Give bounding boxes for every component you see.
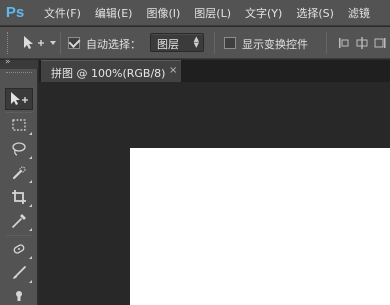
- menu-image[interactable]: 图像(I): [146, 5, 180, 21]
- brush-tool[interactable]: [5, 262, 33, 284]
- clone-stamp-tool-icon: [16, 291, 22, 301]
- auto-select-target-dropdown[interactable]: 图层 ▲ ▼: [150, 33, 204, 52]
- options-divider: [60, 32, 61, 54]
- align-top-icon[interactable]: [338, 37, 350, 49]
- menu-filter[interactable]: 滤镜: [348, 5, 370, 21]
- menu-layer[interactable]: 图层(L): [194, 5, 231, 21]
- document-tab-label: 拼图 @ 100%(RGB/8): [51, 67, 166, 80]
- marquee-tool[interactable]: [5, 114, 33, 136]
- eyedropper-tool-icon: [12, 214, 26, 228]
- menu-file[interactable]: 文件(F): [44, 5, 81, 21]
- auto-select-label: 自动选择：: [86, 38, 141, 51]
- crop-tool[interactable]: [5, 186, 33, 208]
- collapse-chevron-icon[interactable]: »: [5, 57, 11, 67]
- quick-selection-tool-icon: [12, 166, 26, 180]
- options-divider: [326, 32, 327, 54]
- toolbox-divider: [6, 235, 32, 236]
- move-tool-preset-icon: [24, 36, 56, 49]
- marquee-tool-icon: [12, 119, 26, 131]
- menu-bar: Ps 文件(F) 编辑(E) 图像(I) 图层(L) 文字(Y) 选择(S) 滤…: [0, 0, 390, 26]
- spot-healing-tool[interactable]: [5, 238, 33, 260]
- toolbox: »: [0, 57, 38, 305]
- menu-select[interactable]: 选择(S): [296, 5, 334, 21]
- dropdown-arrows-icon: ▲ ▼: [193, 35, 199, 49]
- align-bottom-icon[interactable]: [374, 37, 386, 49]
- document-canvas[interactable]: [130, 148, 390, 305]
- tool-group-indicator: [29, 256, 32, 259]
- document-tab-bar: 拼图 @ 100%(RGB/8) ×: [39, 60, 390, 82]
- toolbox-header[interactable]: »: [0, 57, 38, 69]
- show-transform-checkbox[interactable]: [224, 37, 236, 49]
- brush-tool-icon: [13, 266, 26, 279]
- tool-preset-picker[interactable]: [22, 35, 58, 51]
- options-divider: [214, 32, 215, 54]
- tool-group-indicator: [29, 204, 32, 207]
- document-tab[interactable]: 拼图 @ 100%(RGB/8) ×: [41, 60, 181, 82]
- options-bar: 自动选择： 图层 ▲ ▼ 显示变换控件: [0, 27, 390, 59]
- lasso-tool[interactable]: [5, 138, 33, 160]
- options-grip[interactable]: [7, 32, 10, 54]
- tool-group-indicator: [29, 280, 32, 283]
- photoshop-logo: Ps: [5, 4, 25, 21]
- tool-group-indicator: [29, 156, 32, 159]
- crop-tool-icon: [12, 190, 26, 204]
- auto-select-checkbox[interactable]: [68, 37, 80, 49]
- menu-type[interactable]: 文字(Y): [245, 5, 282, 21]
- eyedropper-tool[interactable]: [5, 210, 33, 232]
- spot-healing-tool-icon: [13, 244, 25, 254]
- show-transform-label: 显示变换控件: [242, 38, 308, 51]
- menu-items: 文件(F) 编辑(E) 图像(I) 图层(L) 文字(Y) 选择(S) 滤镜: [44, 5, 384, 21]
- auto-select-target-value: 图层: [157, 38, 179, 51]
- document-area: 拼图 @ 100%(RGB/8) ×: [39, 60, 390, 305]
- move-tool-icon: [11, 92, 28, 105]
- move-tool[interactable]: [5, 88, 33, 110]
- close-icon[interactable]: ×: [169, 65, 177, 76]
- tool-group-indicator: [29, 132, 32, 135]
- lasso-tool-icon: [12, 142, 26, 156]
- toolbox-divider: [6, 112, 32, 113]
- quick-selection-tool[interactable]: [5, 162, 33, 184]
- toolbox-grip[interactable]: [6, 72, 32, 76]
- tool-group-indicator: [29, 228, 32, 231]
- align-vertical-center-icon[interactable]: [356, 37, 368, 49]
- menu-edit[interactable]: 编辑(E): [95, 5, 133, 21]
- tool-group-indicator: [29, 180, 32, 183]
- clone-stamp-tool[interactable]: [5, 286, 33, 305]
